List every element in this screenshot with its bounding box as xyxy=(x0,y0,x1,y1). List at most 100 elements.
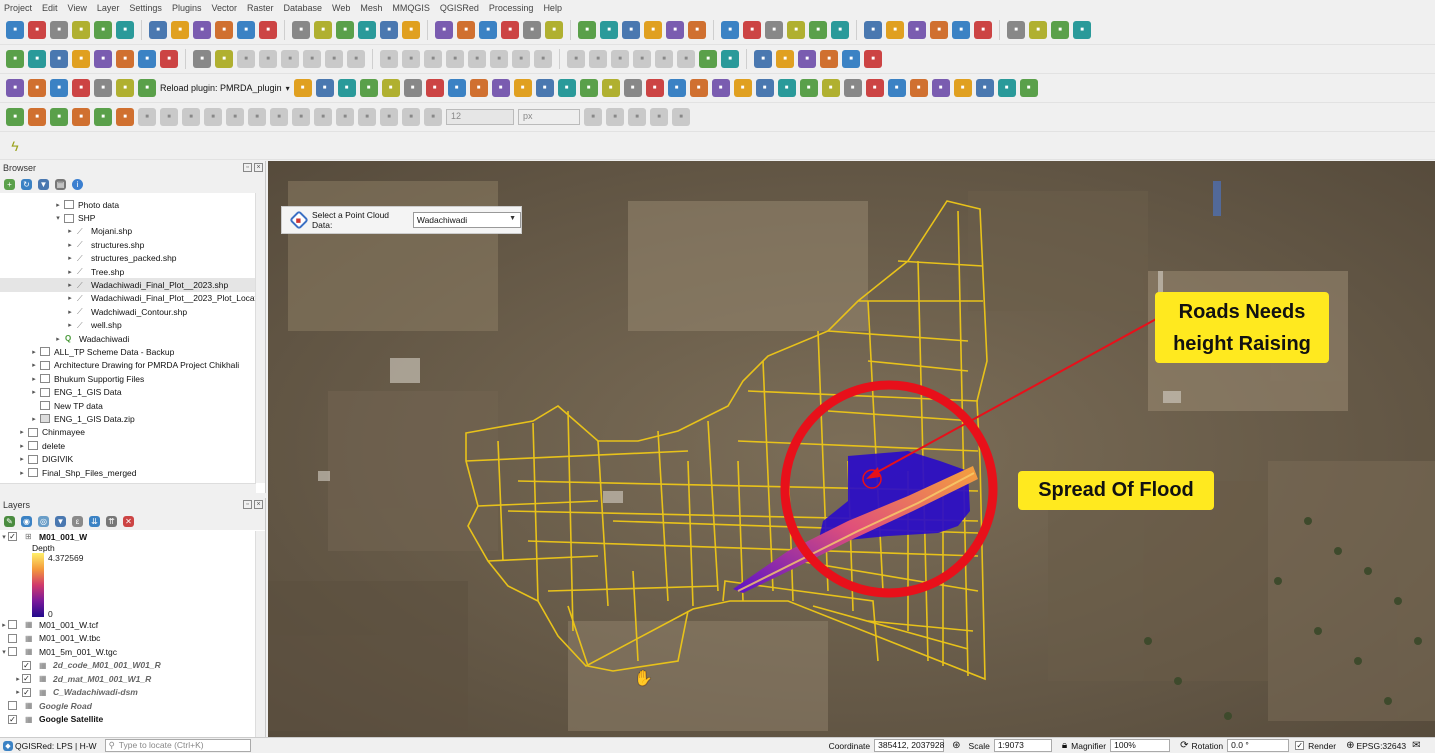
save-icon[interactable]: ■ xyxy=(765,21,783,39)
zoom-full-icon[interactable]: ■ xyxy=(94,79,112,97)
save-as-icon[interactable]: ■ xyxy=(721,50,739,68)
open-icon[interactable]: ■ xyxy=(28,21,46,39)
browser-item[interactable]: ▸ ⟋ structures_packed.shp xyxy=(0,252,255,265)
menu-item-layer[interactable]: Layer xyxy=(97,3,120,13)
zoom-out-icon[interactable]: ■ xyxy=(116,50,134,68)
copy-icon[interactable]: ■ xyxy=(116,108,134,126)
plugin-icon[interactable]: ■ xyxy=(469,79,488,97)
browser-item[interactable]: ▸ delete xyxy=(0,439,255,452)
new-project-icon[interactable]: ■ xyxy=(226,108,244,126)
browser-item[interactable]: ▸ ⟋ Wadachiwadi_Final_Plot__2023.shp xyxy=(0,278,255,292)
identify-icon[interactable]: ■ xyxy=(864,50,882,68)
cut-icon[interactable]: ■ xyxy=(579,79,598,97)
menu-item-mesh[interactable]: Mesh xyxy=(360,3,382,13)
open-icon[interactable]: ■ xyxy=(733,79,752,97)
expand-arrow-icon[interactable]: ▸ xyxy=(66,308,74,316)
select-icon[interactable]: ■ xyxy=(293,79,312,97)
browser-item[interactable]: ▸ ALL_TP Scheme Data - Backup xyxy=(0,345,255,358)
processing-icon[interactable]: ■ xyxy=(491,79,510,97)
paste-icon[interactable]: ■ xyxy=(623,79,642,97)
browser-item[interactable]: ▸ ⟋ well.shp xyxy=(0,319,255,332)
menu-item-processing[interactable]: Processing xyxy=(489,3,534,13)
browser-vertical-scrollbar[interactable] xyxy=(255,193,265,483)
expand-arrow-icon[interactable]: ▸ xyxy=(54,201,62,209)
paste-icon[interactable]: ■ xyxy=(567,50,585,68)
expand-arrow-icon[interactable]: ▸ xyxy=(0,621,8,629)
processing-icon[interactable]: ■ xyxy=(479,21,497,39)
copy-icon[interactable]: ■ xyxy=(534,50,552,68)
filter-expression-icon[interactable]: ε xyxy=(72,515,83,527)
python-icon[interactable]: ■ xyxy=(347,50,365,68)
save-icon[interactable]: ■ xyxy=(699,50,717,68)
undo-icon[interactable]: ■ xyxy=(589,50,607,68)
expand-arrow-icon[interactable]: ▸ xyxy=(66,281,74,289)
identify-icon[interactable]: ■ xyxy=(160,50,178,68)
measure-icon[interactable]: ■ xyxy=(952,21,970,39)
print-icon[interactable]: ■ xyxy=(754,50,772,68)
print-icon[interactable]: ■ xyxy=(6,79,24,97)
layer-checkbox[interactable]: ✓ xyxy=(22,660,31,670)
print-icon[interactable]: ■ xyxy=(314,108,332,126)
locator-search[interactable]: ⚲ Type to locate (Ctrl+K) xyxy=(104,739,251,752)
menu-item-vector[interactable]: Vector xyxy=(211,3,237,13)
paste-icon[interactable]: ■ xyxy=(622,21,640,39)
redo-icon[interactable]: ■ xyxy=(667,79,686,97)
zoom-out-icon[interactable]: ■ xyxy=(380,108,398,126)
point-cloud-dropdown[interactable]: Wadachiwadi ▼ xyxy=(412,212,521,228)
redo-icon[interactable]: ■ xyxy=(182,108,200,126)
digitize-tool-icon[interactable]: ■ xyxy=(628,108,646,126)
pan-icon[interactable]: ■ xyxy=(821,79,840,97)
delete-icon[interactable]: ■ xyxy=(557,79,576,97)
zoom-full-icon[interactable]: ■ xyxy=(842,50,860,68)
crs-icon[interactable]: ⊕ xyxy=(1346,740,1354,751)
zoom-full-icon[interactable]: ■ xyxy=(138,50,156,68)
identify-icon[interactable]: ■ xyxy=(215,21,233,39)
collapse-all-icon[interactable]: ⇈ xyxy=(106,515,117,527)
expand-arrow-icon[interactable]: ▸ xyxy=(18,455,26,463)
snap-icon[interactable]: ■ xyxy=(688,21,706,39)
save-icon[interactable]: ■ xyxy=(755,79,774,97)
filter-icon[interactable]: ▼ xyxy=(38,178,49,190)
redo-icon[interactable]: ■ xyxy=(666,21,684,39)
attribute-table-icon[interactable]: ■ xyxy=(237,50,255,68)
zoom-full-icon[interactable]: ■ xyxy=(402,108,420,126)
menu-item-mmqgis[interactable]: MMQGIS xyxy=(392,3,430,13)
open-icon[interactable]: ■ xyxy=(677,50,695,68)
plugin-icon[interactable]: ■ xyxy=(457,21,475,39)
scale-field[interactable]: 1:9073 xyxy=(993,739,1052,752)
attribute-table-icon[interactable]: ■ xyxy=(975,79,994,97)
menu-item-plugins[interactable]: Plugins xyxy=(172,3,202,13)
field-calc-icon[interactable]: ■ xyxy=(359,79,378,97)
identify-icon[interactable]: ■ xyxy=(116,79,134,97)
expand-arrow-icon[interactable]: ▸ xyxy=(30,361,38,369)
print-icon[interactable]: ■ xyxy=(94,21,112,39)
processing-icon[interactable]: ■ xyxy=(424,50,442,68)
expand-arrow-icon[interactable]: ▸ xyxy=(14,675,22,683)
plugin-lightning-icon[interactable]: ϟ xyxy=(6,137,24,155)
layers-vertical-scrollbar[interactable] xyxy=(255,531,265,737)
pan-icon[interactable]: ■ xyxy=(336,108,354,126)
browser-item[interactable]: ▸ ⟋ Wadachiwadi_Final_Plot__2023_Plot_Loca… xyxy=(0,292,255,305)
info-icon[interactable]: i xyxy=(72,178,83,190)
snap-icon[interactable]: ■ xyxy=(689,79,708,97)
menu-item-help[interactable]: Help xyxy=(543,3,562,13)
visibility-icon[interactable]: ◎ xyxy=(38,515,49,527)
zoom-in-icon[interactable]: ■ xyxy=(843,79,862,97)
float-panel-icon[interactable]: ▫ xyxy=(243,500,252,509)
expand-arrow-icon[interactable]: ▸ xyxy=(66,321,74,329)
open-icon[interactable]: ■ xyxy=(248,108,266,126)
edit-icon[interactable]: ■ xyxy=(28,108,46,126)
save-icon[interactable]: ■ xyxy=(50,21,68,39)
open-icon[interactable]: ■ xyxy=(743,21,761,39)
expand-arrow-icon[interactable]: ▾ xyxy=(0,648,8,656)
zoom-in-icon[interactable]: ■ xyxy=(864,21,882,39)
expand-arrow-icon[interactable]: ▸ xyxy=(18,442,26,450)
zoom-full-icon[interactable]: ■ xyxy=(193,21,211,39)
digitize-tool-icon[interactable]: ■ xyxy=(672,108,690,126)
zoom-in-icon[interactable]: ■ xyxy=(798,50,816,68)
zoom-full-icon[interactable]: ■ xyxy=(887,79,906,97)
layer-checkbox[interactable] xyxy=(8,647,17,657)
symbol-unit-select[interactable]: px xyxy=(518,109,580,125)
map-canvas[interactable]: ✋ xyxy=(268,161,1435,737)
processing-icon[interactable]: ■ xyxy=(6,108,24,126)
